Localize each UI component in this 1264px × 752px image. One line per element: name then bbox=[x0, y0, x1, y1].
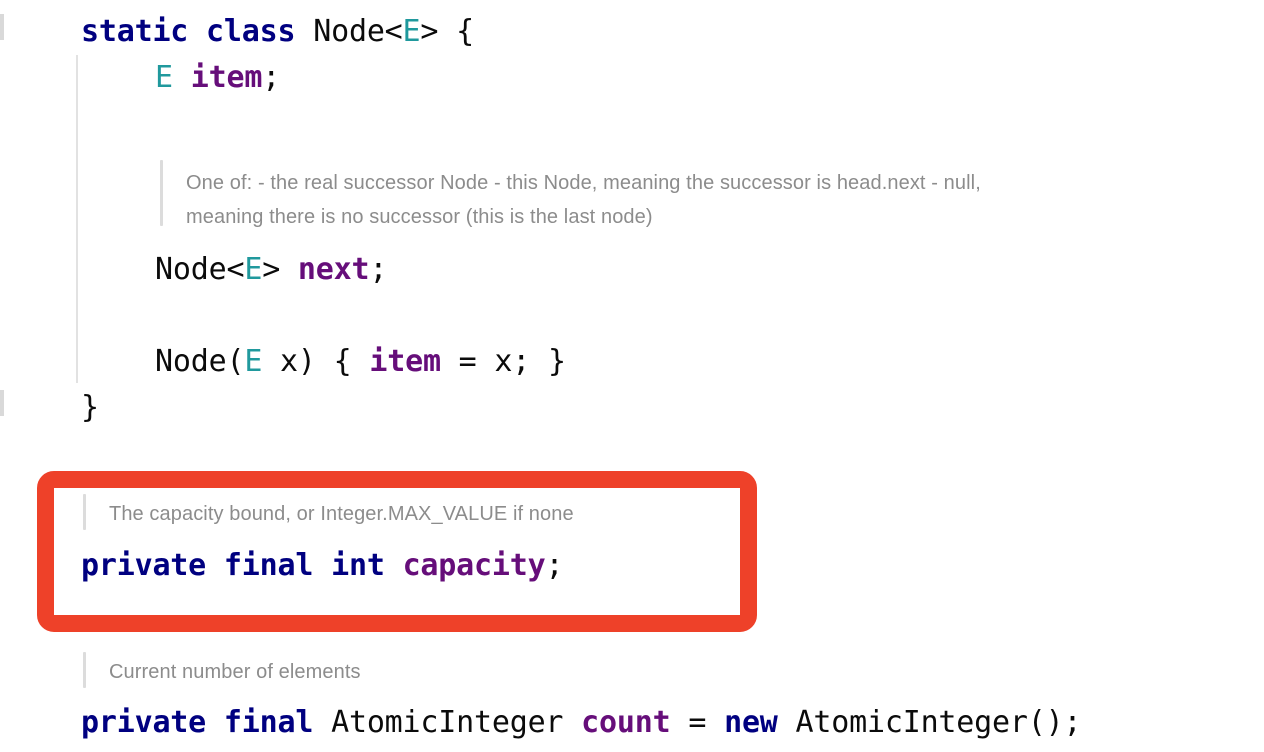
token-type-atomicinteger: AtomicInteger bbox=[331, 705, 564, 740]
token-constructor-call: AtomicInteger(); bbox=[777, 705, 1082, 740]
token-field-item: item bbox=[369, 344, 441, 379]
doc-comment-bar-capacity bbox=[83, 494, 86, 530]
token-field-item: item bbox=[190, 60, 263, 95]
doc-comment-next-line-2: meaning there is no successor (this is t… bbox=[186, 206, 653, 228]
token-angle-close: > bbox=[262, 252, 298, 287]
doc-comment-count-line-1: Current number of elements bbox=[109, 661, 361, 683]
token-keyword-final: final bbox=[223, 705, 314, 740]
indent-guide-class-body bbox=[76, 55, 78, 383]
gutter-fold-marker-class-end[interactable] bbox=[0, 390, 4, 416]
token-typeparam-e: E bbox=[244, 252, 263, 287]
token-keyword-final: final bbox=[223, 548, 314, 583]
doc-comment-count-field: Current number of elements bbox=[109, 655, 749, 689]
token-typeparam-e: E bbox=[244, 344, 263, 379]
token-keyword-class: class bbox=[206, 14, 296, 49]
token-semicolon: ; bbox=[262, 60, 281, 95]
token-param-x: x) { bbox=[262, 344, 370, 379]
gutter-fold-marker-class-start[interactable] bbox=[0, 14, 4, 40]
token-constructor-node: Node( bbox=[155, 344, 245, 379]
code-line-field-next[interactable]: Node<E> next; bbox=[155, 247, 387, 293]
token-keyword-private: private bbox=[81, 548, 207, 583]
code-line-field-count[interactable]: private final AtomicInteger count = new … bbox=[81, 700, 1082, 746]
token-field-next: next bbox=[297, 252, 370, 287]
token-field-count: count bbox=[581, 705, 671, 740]
doc-comment-capacity-line-1: The capacity bound, or Integer.MAX_VALUE… bbox=[109, 503, 574, 525]
doc-comment-next-line-1: One of: - the real successor Node - this… bbox=[186, 172, 981, 194]
token-typeparam-e: E bbox=[155, 60, 173, 95]
token-field-capacity: capacity bbox=[402, 548, 546, 583]
token-typeparam-e: E bbox=[402, 14, 421, 49]
token-assignment-tail: = x; } bbox=[440, 344, 566, 379]
doc-comment-next-field: One of: - the real successor Node - this… bbox=[186, 166, 1246, 234]
token-keyword-new: new bbox=[724, 705, 778, 740]
doc-comment-capacity-field: The capacity bound, or Integer.MAX_VALUE… bbox=[109, 497, 749, 531]
code-line-class-declaration[interactable]: static class Node<E> { bbox=[81, 9, 474, 55]
token-keyword-static: static bbox=[81, 14, 189, 49]
token-semicolon: ; bbox=[545, 548, 564, 583]
token-brace-open: > { bbox=[420, 14, 475, 49]
token-keyword-int: int bbox=[331, 548, 385, 583]
token-semicolon: ; bbox=[369, 252, 388, 287]
doc-comment-bar-count bbox=[83, 652, 86, 688]
token-keyword-private: private bbox=[81, 705, 207, 740]
token-classname-node: Node< bbox=[155, 252, 245, 287]
token-operator-assign: = bbox=[670, 705, 725, 740]
code-line-field-item[interactable]: E item; bbox=[155, 55, 280, 101]
code-line-class-close-brace[interactable]: } bbox=[81, 385, 99, 431]
code-line-constructor-node[interactable]: Node(E x) { item = x; } bbox=[155, 339, 566, 385]
doc-comment-bar-next bbox=[160, 160, 163, 226]
code-editor-viewport[interactable]: static class Node<E> { E item; One of: -… bbox=[0, 0, 1264, 752]
code-line-field-capacity[interactable]: private final int capacity; bbox=[81, 543, 564, 589]
token-brace-close: } bbox=[81, 390, 99, 425]
token-classname-node: Node< bbox=[313, 14, 403, 49]
